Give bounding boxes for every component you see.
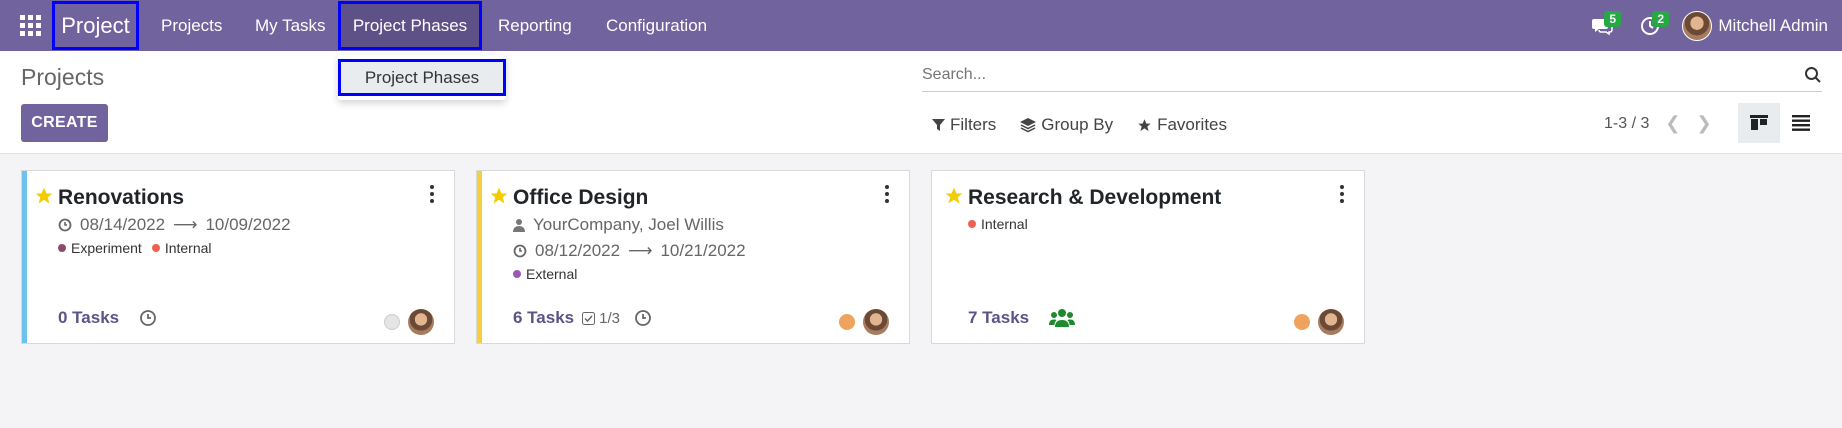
layers-icon	[1020, 117, 1037, 132]
project-card-renovations[interactable]: Renovations 08/14/2022 ⟶ 10/09/2022 Expe…	[21, 170, 455, 344]
activities-badge: 2	[1652, 11, 1670, 27]
arrow-right-icon: ⟶	[628, 241, 653, 260]
date-start: 08/14/2022	[80, 215, 166, 234]
filters-button[interactable]: Filters	[932, 115, 996, 135]
partner-name: YourCompany, Joel Willis	[533, 215, 724, 234]
menu-projects[interactable]: Projects	[161, 0, 222, 51]
tasks-row: 0 Tasks	[58, 308, 157, 328]
project-name[interactable]: Research & Development	[968, 186, 1221, 210]
project-card-research-development[interactable]: Research & Development Internal 7 Tasks	[931, 170, 1365, 344]
menu-configuration[interactable]: Configuration	[606, 0, 707, 51]
date-end: 10/21/2022	[660, 241, 746, 260]
user-name: Mitchell Admin	[1718, 15, 1828, 35]
tag-list: Internal	[968, 216, 1038, 232]
activity-clock-icon[interactable]	[634, 309, 652, 327]
search-icon[interactable]	[1804, 66, 1822, 84]
card-right	[384, 309, 434, 335]
top-navbar: Project Projects My Tasks Project Phases…	[0, 0, 1842, 51]
tag-external: External	[513, 266, 577, 282]
tag-list: External	[513, 266, 587, 282]
dropdown-item-project-phases[interactable]: Project Phases	[338, 59, 506, 96]
group-by-label: Group By	[1041, 115, 1114, 134]
favorites-button[interactable]: Favorites	[1137, 115, 1227, 135]
status-indicator[interactable]	[384, 314, 400, 330]
project-partner: YourCompany, Joel Willis	[513, 215, 724, 235]
tag-experiment: Experiment	[58, 240, 142, 256]
favorites-label: Favorites	[1157, 115, 1228, 134]
pager-value[interactable]: 1-3 / 3	[1604, 115, 1649, 133]
kanban-view-button[interactable]	[1738, 103, 1780, 143]
color-stripe	[477, 171, 482, 343]
pager-next-icon[interactable]: ❯	[1696, 113, 1711, 134]
followers-icon[interactable]	[1049, 308, 1076, 328]
pager-previous-icon[interactable]: ❮	[1665, 113, 1680, 134]
activities-button[interactable]: 2	[1632, 0, 1670, 51]
kanban-icon	[1750, 115, 1768, 130]
apps-grid-icon	[19, 15, 41, 36]
messages-button[interactable]: 5	[1584, 0, 1622, 51]
clock-icon	[513, 244, 527, 258]
clock-icon	[58, 218, 72, 232]
manager-avatar[interactable]	[1318, 309, 1344, 335]
list-icon	[1792, 115, 1810, 131]
tasks-row: 6 Tasks 1/3	[513, 308, 652, 328]
user-avatar	[1682, 10, 1713, 41]
list-view-button[interactable]	[1780, 103, 1822, 143]
card-menu-icon[interactable]	[1340, 185, 1346, 203]
messages-badge: 5	[1604, 11, 1622, 27]
star-icon	[1138, 118, 1151, 131]
card-right	[839, 309, 889, 335]
apps-menu-button[interactable]	[0, 0, 60, 51]
project-dates: 08/14/2022 ⟶ 10/09/2022	[58, 215, 291, 235]
tasks-count-link[interactable]: 6 Tasks	[513, 308, 574, 328]
tag-internal: Internal	[968, 216, 1028, 232]
user-menu[interactable]: Mitchell Admin	[1682, 10, 1828, 41]
project-name[interactable]: Renovations	[58, 186, 184, 210]
tasks-count-link[interactable]: 0 Tasks	[58, 308, 119, 328]
favorite-star-icon[interactable]	[944, 186, 964, 206]
project-name[interactable]: Office Design	[513, 186, 648, 210]
tasks-count-link[interactable]: 7 Tasks	[968, 308, 1029, 328]
checkbox-icon	[582, 311, 596, 325]
status-indicator[interactable]	[839, 314, 855, 330]
project-phases-dropdown: Project Phases	[338, 55, 506, 100]
menu-reporting[interactable]: Reporting	[498, 0, 572, 51]
control-panel: Projects CREATE Filters Group By Favorit…	[0, 51, 1842, 154]
date-start: 08/12/2022	[535, 241, 621, 260]
manager-avatar[interactable]	[408, 309, 434, 335]
tag-list: Experiment Internal	[58, 240, 222, 256]
search-bar	[922, 58, 1822, 92]
arrow-right-icon: ⟶	[173, 215, 198, 234]
project-dates: 08/12/2022 ⟶ 10/21/2022	[513, 241, 746, 261]
status-indicator[interactable]	[1294, 314, 1310, 330]
tag-internal: Internal	[151, 240, 212, 256]
search-input[interactable]	[922, 65, 1722, 84]
search-options: Filters Group By Favorites	[932, 113, 1251, 137]
card-right	[1294, 309, 1344, 335]
pager: 1-3 / 3 ❮ ❯	[1604, 113, 1712, 134]
app-brand[interactable]: Project	[52, 1, 139, 50]
subtasks-progress: 1/3	[582, 310, 620, 327]
date-end: 10/09/2022	[205, 215, 291, 234]
tasks-row: 7 Tasks	[968, 308, 1076, 328]
user-icon	[513, 219, 525, 232]
filters-label: Filters	[950, 115, 997, 134]
favorite-star-icon[interactable]	[34, 186, 54, 206]
group-by-button[interactable]: Group By	[1020, 115, 1113, 135]
manager-avatar[interactable]	[863, 309, 889, 335]
activity-clock-icon[interactable]	[139, 309, 157, 327]
view-switcher	[1738, 103, 1822, 143]
menu-my-tasks[interactable]: My Tasks	[255, 0, 326, 51]
card-menu-icon[interactable]	[885, 185, 891, 203]
menu-project-phases[interactable]: Project Phases	[338, 1, 482, 50]
page-title: Projects	[21, 64, 105, 90]
favorite-star-icon[interactable]	[489, 186, 509, 206]
color-stripe	[22, 171, 27, 343]
project-card-office-design[interactable]: Office Design YourCompany, Joel Willis 0…	[476, 170, 910, 344]
create-button[interactable]: CREATE	[21, 104, 108, 142]
card-menu-icon[interactable]	[430, 185, 436, 203]
filter-icon	[932, 118, 945, 131]
